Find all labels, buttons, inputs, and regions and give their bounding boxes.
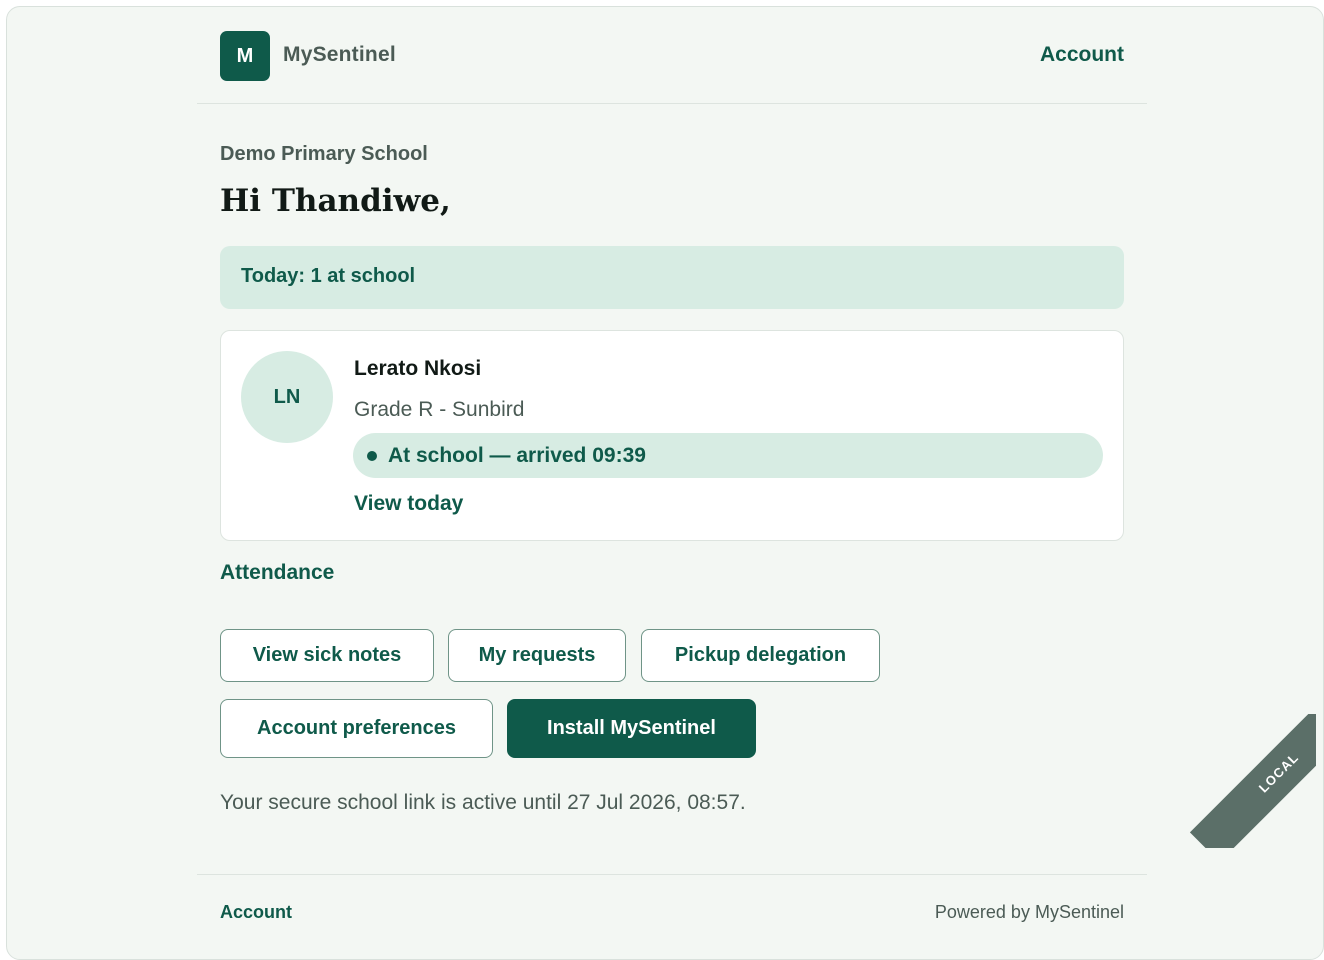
attendance-status-badge: At school — arrived 09:39 [353,433,1103,478]
account-preferences-button[interactable]: Account preferences [220,699,493,758]
header-account-link[interactable]: Account [1040,43,1124,67]
student-card: LN Lerato Nkosi Grade R - Sunbird At sch… [220,330,1124,541]
top-header: M MySentinel Account [197,7,1147,104]
my-requests-button[interactable]: My requests [448,629,626,682]
page-footer: Account Powered by MySentinel [197,874,1147,955]
brand-name: MySentinel [283,43,396,66]
attendance-link[interactable]: Attendance [220,561,334,585]
install-app-button[interactable]: Install MySentinel [507,699,756,758]
app-frame: M MySentinel Account Demo Primary School… [6,6,1324,960]
powered-by-text: Powered by MySentinel [934,902,1124,922]
student-grade: Grade R - Sunbird [354,398,525,421]
environment-ribbon: LOCAL [1189,714,1316,848]
view-sick-notes-button[interactable]: View sick notes [220,629,434,682]
student-avatar: LN [241,351,333,443]
student-name: Lerato Nkosi [354,357,482,380]
greeting-heading: Hi Thandiwe, [220,183,451,219]
environment-ribbon-wrap: LOCAL [1186,714,1316,848]
secure-link-status: Your secure school link is active until … [220,791,746,814]
view-today-link[interactable]: View today [354,492,463,516]
brand-logo[interactable]: M [220,31,270,81]
footer-account-link[interactable]: Account [220,902,292,923]
today-summary-text: Today: 1 at school [241,265,416,287]
pickup-delegation-button[interactable]: Pickup delegation [641,629,880,682]
status-dot-icon [367,451,377,461]
today-summary-banner: Today: 1 at school [220,246,1124,309]
school-name: Demo Primary School [220,143,428,165]
attendance-status-text: At school — arrived 09:39 [388,444,646,467]
